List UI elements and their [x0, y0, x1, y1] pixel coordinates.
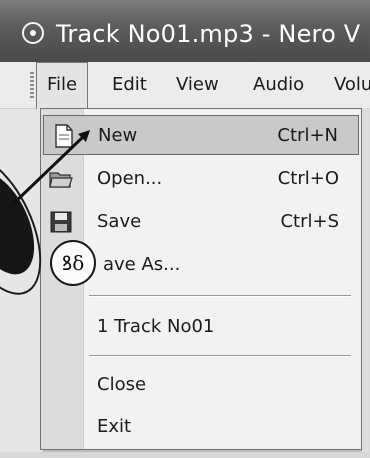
menu-volume-label: Volu — [334, 74, 370, 95]
menu-item-exit[interactable]: Exit — [41, 407, 361, 447]
title-bar: Track No01.mp3 - Nero V — [0, 0, 370, 62]
app-icon[interactable] — [22, 22, 44, 44]
menu-item-save-label: Save — [97, 211, 142, 232]
menu-shadow — [362, 108, 370, 452]
menu-item-new-shortcut: Ctrl+N — [277, 125, 338, 146]
open-folder-icon — [49, 172, 73, 188]
menubar-grip-handle[interactable] — [30, 72, 34, 100]
menu-separator — [89, 295, 351, 297]
annotation-callout: ꝸδ — [50, 240, 96, 286]
menu-item-save[interactable]: Save Ctrl+S — [41, 202, 361, 242]
menu-edit[interactable]: Edit — [112, 62, 147, 108]
menu-bar: File Edit View Audio Volu — [0, 62, 370, 109]
menu-file[interactable]: File — [36, 62, 89, 109]
menu-edit-label: Edit — [112, 74, 147, 95]
menu-audio[interactable]: Audio — [253, 62, 304, 108]
floppy-disk-icon — [50, 211, 72, 233]
menu-item-exit-label: Exit — [97, 416, 132, 437]
menu-item-close-label: Close — [97, 374, 147, 395]
menu-volume[interactable]: Volu — [334, 62, 370, 108]
menu-item-new-label: New — [98, 125, 138, 146]
menu-item-open-shortcut: Ctrl+O — [277, 168, 339, 189]
menu-item-open-label: Open... — [97, 168, 163, 189]
menu-item-save-shortcut: Ctrl+S — [280, 211, 339, 232]
menu-item-recent-file-label: 1 Track No01 — [97, 316, 215, 337]
window-bottom-edge — [0, 452, 370, 458]
menu-item-recent-file[interactable]: 1 Track No01 — [41, 307, 361, 347]
menu-item-save-as-label: ave As... — [103, 254, 181, 275]
menu-view-label: View — [176, 74, 219, 95]
menu-item-close[interactable]: Close — [41, 365, 361, 405]
menu-item-open[interactable]: Open... Ctrl+O — [41, 159, 361, 199]
menu-item-new[interactable]: New Ctrl+N — [43, 115, 359, 155]
menu-separator — [89, 355, 351, 357]
menu-view[interactable]: View — [176, 62, 219, 108]
menu-file-label: File — [47, 74, 78, 95]
window-title: Track No01.mp3 - Nero V — [56, 20, 361, 48]
menu-audio-label: Audio — [253, 74, 305, 95]
new-document-icon — [55, 124, 73, 148]
